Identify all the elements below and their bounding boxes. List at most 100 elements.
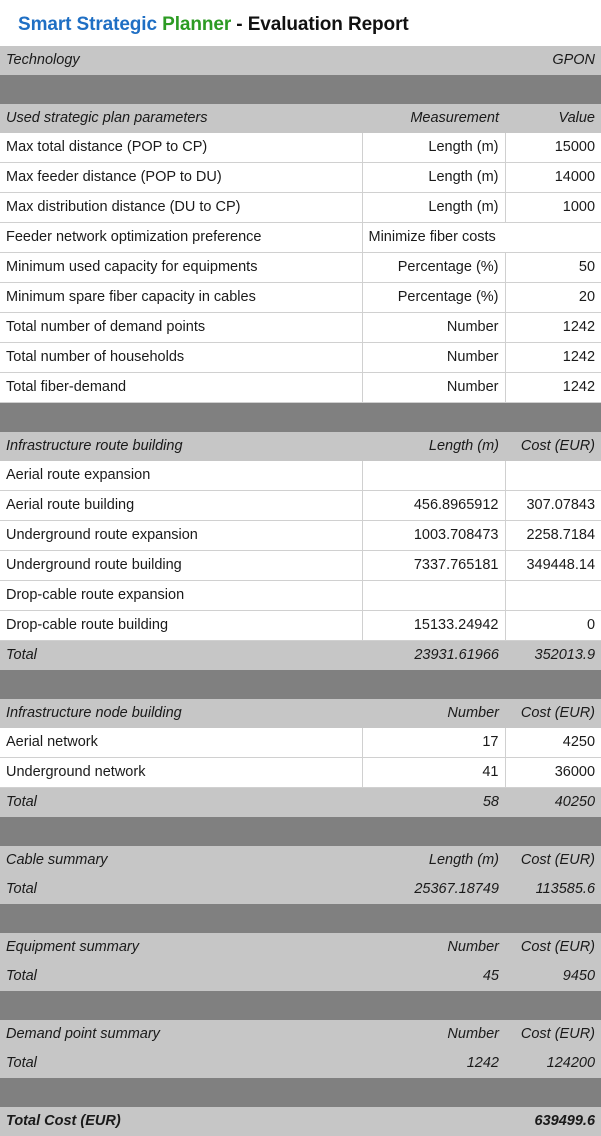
table-row: Aerial route building 456.8965912 307.0784… [0, 490, 601, 521]
title-segment-evaluation-report: - Evaluation Report [231, 14, 409, 35]
row-value: 50 [504, 252, 601, 283]
section-total-mid: 1242 [362, 1049, 505, 1078]
row-value: 1242 [504, 372, 601, 403]
table-row: Aerial route expansion [0, 461, 601, 491]
grand-total-row: Total Cost (EUR) 639499.6 [0, 1107, 601, 1136]
page-title: Smart Strategic Planner - Evaluation Rep… [0, 0, 601, 46]
section-header-mid: Length (m) [362, 846, 505, 875]
table-row: Underground route building 7337.765181 349… [0, 550, 601, 581]
section-total-row: Total 58 40250 [0, 787, 601, 817]
section-header-mid: Length (m) [362, 432, 505, 461]
row-measurement: Length (m) [361, 192, 505, 223]
table-row: Max total distance (POP to CP) Length (m)… [0, 133, 601, 163]
technology-row: Technology GPON [0, 46, 601, 75]
section-total-right: 9450 [505, 962, 601, 991]
row-value: 15000 [504, 133, 601, 163]
row-label: Max feeder distance (POP to DU) [0, 162, 362, 193]
section-total-label: Total [0, 962, 362, 991]
row-value: 0 [504, 610, 601, 641]
row-measurement: Number [361, 312, 505, 343]
table-row: Minimum used capacity for equipments Perc… [0, 252, 601, 283]
row-value: 349448.14 [504, 550, 601, 581]
row-label: Max total distance (POP to CP) [0, 133, 362, 163]
row-value [504, 580, 601, 611]
section-header-label: Used strategic plan parameters [0, 104, 362, 133]
table-row: Total number of households Number 1242 [0, 342, 601, 373]
section-separator-bar [0, 991, 601, 1020]
section-header-right: Cost (EUR) [505, 432, 601, 461]
section-header-label: Demand point summary [0, 1020, 362, 1049]
section-header-label: Infrastructure route building [0, 432, 362, 461]
row-label: Minimum used capacity for equipments [0, 252, 362, 283]
row-value: 2258.7184 [504, 520, 601, 551]
section-header-mid: Number [362, 1020, 505, 1049]
section-total-row: Total 1242 124200 [0, 1049, 601, 1078]
table-row: Underground route expansion 1003.708473 22… [0, 520, 601, 551]
table-row: Max distribution distance (DU to CP) Leng… [0, 192, 601, 223]
section-total-mid: 45 [362, 962, 505, 991]
section-header-label: Cable summary [0, 846, 362, 875]
row-value: 1242 [504, 342, 601, 373]
row-label: Drop-cable route expansion [0, 580, 362, 611]
row-measurement: 456.8965912 [361, 490, 505, 521]
section-total-mid: 25367.18749 [362, 875, 505, 904]
section-separator [0, 817, 601, 846]
section-header-right: Cost (EUR) [505, 846, 601, 875]
section-header-right: Cost (EUR) [505, 933, 601, 962]
table-row: Minimum spare fiber capacity in cables Pe… [0, 282, 601, 313]
section-header: Used strategic plan parameters Measuremen… [0, 104, 601, 133]
table-row: Max feeder distance (POP to DU) Length (m… [0, 162, 601, 193]
section-separator-bar [0, 670, 601, 699]
table-row: Drop-cable route expansion [0, 580, 601, 611]
row-measurement: Number [361, 372, 505, 403]
technology-value: GPON [362, 46, 601, 75]
row-measurement: 7337.765181 [361, 550, 505, 581]
row-value: 14000 [504, 162, 601, 193]
row-value: 1242 [504, 312, 601, 343]
section-header: Cable summary Length (m) Cost (EUR) [0, 846, 601, 875]
section-total-right: 113585.6 [505, 875, 601, 904]
section-header-mid: Measurement [362, 104, 505, 133]
row-measurement [361, 580, 505, 611]
row-label: Underground route building [0, 550, 362, 581]
section-total-label: Total [0, 787, 362, 817]
section-header-label: Equipment summary [0, 933, 362, 962]
section-separator [0, 904, 601, 933]
row-measurement: Percentage (%) [361, 252, 505, 283]
row-value: 1000 [504, 192, 601, 223]
section-total-row: Total 25367.18749 113585.6 [0, 875, 601, 904]
section-separator [0, 670, 601, 699]
row-measurement: 15133.24942 [361, 610, 505, 641]
section-separator-bar [0, 402, 601, 432]
row-label: Feeder network optimization preference [0, 222, 362, 253]
row-label: Minimum spare fiber capacity in cables [0, 282, 362, 313]
section-separator-bar [0, 1078, 601, 1107]
section-header: Infrastructure node building Number Cost (… [0, 699, 601, 728]
row-value: 20 [504, 282, 601, 313]
table-row: Feeder network optimization preference Mi… [0, 222, 601, 253]
section-header-mid: Number [362, 699, 505, 728]
section-header-right: Value [505, 104, 601, 133]
row-measurement: Percentage (%) [361, 282, 505, 313]
section-separator [0, 402, 601, 432]
row-label: Underground route expansion [0, 520, 362, 551]
section-total-row: Total 23931.61966 352013.9 [0, 640, 601, 670]
row-label: Aerial route expansion [0, 461, 362, 491]
row-value [504, 461, 601, 491]
grand-total-label: Total Cost (EUR) [0, 1107, 362, 1136]
row-label: Total number of households [0, 342, 362, 373]
table-row: Total fiber-demand Number 1242 [0, 372, 601, 403]
section-total-label: Total [0, 1049, 362, 1078]
section-header-right: Cost (EUR) [505, 1020, 601, 1049]
section-separator [0, 991, 601, 1020]
section-total-label: Total [0, 640, 362, 670]
row-value: 36000 [504, 757, 601, 788]
section-total-label: Total [0, 875, 362, 904]
row-measurement: 1003.708473 [361, 520, 505, 551]
section-total-mid: 58 [362, 787, 505, 817]
section-separator [0, 1078, 601, 1107]
evaluation-report-table: Technology GPON Used strategic plan parame… [0, 46, 601, 1136]
row-label: Max distribution distance (DU to CP) [0, 192, 362, 223]
row-label: Underground network [0, 757, 362, 788]
row-measurement: Length (m) [361, 133, 505, 163]
